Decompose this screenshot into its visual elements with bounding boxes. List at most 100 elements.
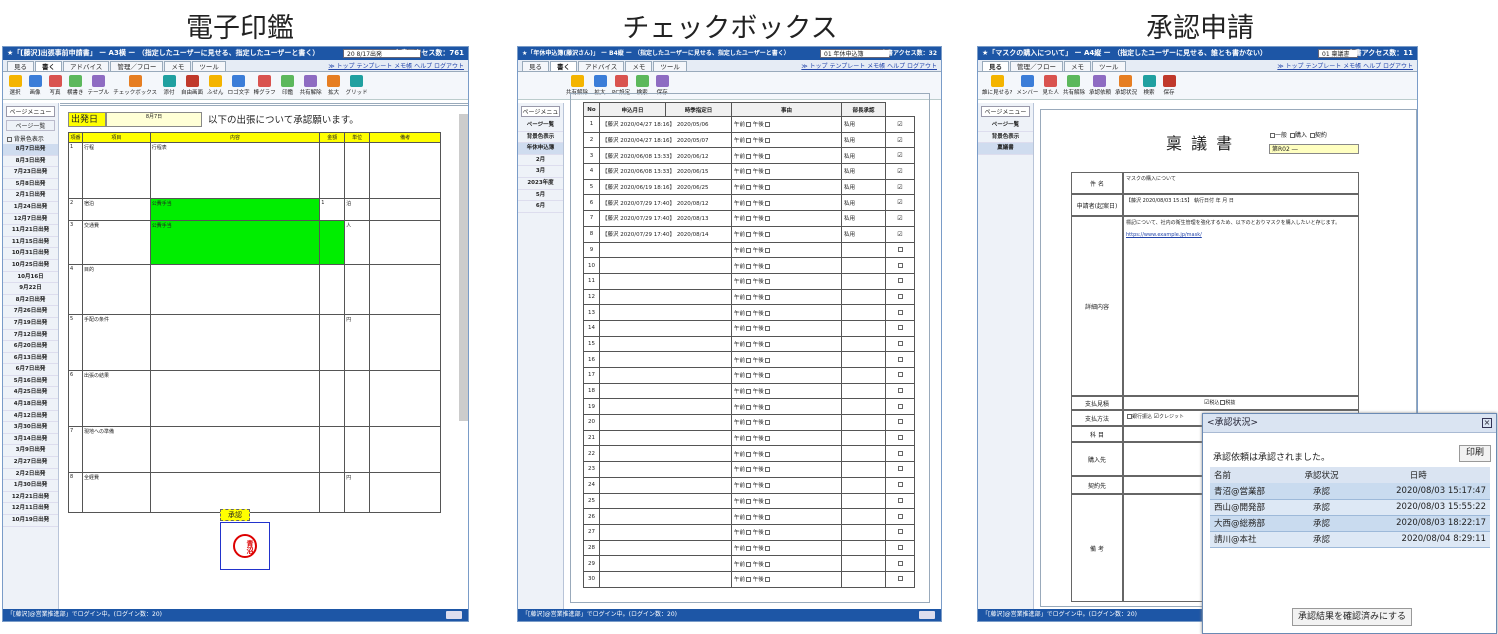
table-cell[interactable] xyxy=(149,472,321,513)
table-cell[interactable] xyxy=(319,370,346,427)
table-cell[interactable] xyxy=(319,314,346,371)
checkbox-icon[interactable] xyxy=(898,388,903,394)
checkbox-icon[interactable] xyxy=(898,356,903,362)
top-links[interactable]: ≫ トップ テンプレート メモ帳 ヘルプ ログアウト xyxy=(801,61,937,70)
sidebar-page-item[interactable]: 7月12日出発 xyxy=(3,330,58,342)
checkbox-icon[interactable] xyxy=(898,246,903,252)
half-day-cell[interactable]: 午前 午後 xyxy=(731,210,842,227)
toolbar-button[interactable]: 添付 xyxy=(161,75,177,96)
checkbox-icon[interactable] xyxy=(898,544,903,550)
checkbox-icon[interactable] xyxy=(898,497,903,503)
apply-date[interactable] xyxy=(599,351,732,368)
page-select[interactable]: 01 年休申込簿 xyxy=(820,49,890,58)
sidebar-page-item[interactable]: 11月15日出発 xyxy=(3,237,58,249)
apply-date[interactable] xyxy=(599,414,732,431)
table-cell[interactable] xyxy=(344,370,371,427)
table-cell[interactable] xyxy=(369,426,441,473)
approve-cell[interactable]: ☑ xyxy=(885,163,915,180)
sidebar-page-item[interactable]: ページ一覧 xyxy=(518,120,563,132)
reason[interactable] xyxy=(841,492,886,510)
half-day-cell[interactable]: 午前 午後 xyxy=(731,272,842,290)
reason[interactable] xyxy=(841,414,886,431)
half-day-cell[interactable]: 午前 午後 xyxy=(731,476,842,494)
checkbox-icon[interactable] xyxy=(746,310,752,316)
checkbox-icon[interactable] xyxy=(764,341,770,347)
checkbox-icon[interactable] xyxy=(898,262,903,268)
table-cell[interactable]: 宿泊 xyxy=(81,198,151,221)
half-day-cell[interactable]: 午前 午後 xyxy=(731,445,842,463)
page-menu-button[interactable]: ページメニュー xyxy=(981,106,1030,117)
approve-cell[interactable] xyxy=(885,272,915,290)
tab-memo[interactable]: メモ xyxy=(164,61,192,71)
reason[interactable] xyxy=(841,335,886,353)
sidebar-page-item[interactable]: 6月13日出発 xyxy=(3,353,58,365)
approve-cell[interactable]: ☑ xyxy=(885,210,915,227)
doc-number[interactable]: 第R02 ― xyxy=(1269,144,1359,154)
checkbox-icon[interactable] xyxy=(898,419,903,425)
approve-cell[interactable] xyxy=(885,351,915,368)
checkbox-icon[interactable] xyxy=(764,263,770,269)
sidebar-page-item[interactable]: 3月30日出発 xyxy=(3,422,58,434)
table-cell[interactable]: 円 xyxy=(344,472,371,513)
table-cell[interactable]: 目的 xyxy=(81,264,151,315)
sidebar-page-item[interactable]: 5月 xyxy=(518,190,563,202)
sidebar-page-item[interactable]: 9月22日 xyxy=(3,283,58,295)
check-icon[interactable]: ☑ xyxy=(897,199,902,206)
checkbox-icon[interactable] xyxy=(764,404,770,410)
checkbox-icon[interactable] xyxy=(764,153,770,159)
sidebar-page-item[interactable]: 1月30日出発 xyxy=(3,480,58,492)
checkbox-icon[interactable] xyxy=(746,263,752,269)
checkbox-icon[interactable] xyxy=(898,560,903,566)
tab-memo[interactable]: メモ xyxy=(1064,61,1091,71)
checkbox-icon[interactable] xyxy=(746,216,752,222)
toolbar-button[interactable]: 写真 xyxy=(47,75,63,96)
apply-date[interactable] xyxy=(599,382,732,400)
sidebar-page-item[interactable]: 10月25日出発 xyxy=(3,260,58,272)
apply-date[interactable] xyxy=(599,288,732,306)
table-cell[interactable] xyxy=(149,264,321,315)
reason[interactable] xyxy=(841,257,886,274)
apply-date[interactable] xyxy=(599,398,732,416)
depart-date[interactable]: 8月7日 xyxy=(106,112,202,127)
approve-cell[interactable] xyxy=(885,335,915,353)
sidebar-page-item[interactable]: 背景色表示 xyxy=(978,132,1033,144)
approve-cell[interactable]: ☑ xyxy=(885,178,915,196)
checkbox-icon[interactable] xyxy=(764,200,770,206)
table-cell[interactable]: 円 xyxy=(344,314,371,371)
table-cell[interactable]: 4 xyxy=(68,264,83,315)
tab-tools[interactable]: ツール xyxy=(653,61,687,71)
apply-date[interactable] xyxy=(599,523,732,541)
top-links[interactable]: ≫ トップ テンプレート メモ帳 ヘルプ ログアウト xyxy=(1277,61,1413,70)
half-day-cell[interactable]: 午前 午後 xyxy=(731,523,842,541)
table-cell[interactable]: 現地への準備 xyxy=(81,426,151,473)
sidebar-page-item[interactable]: 3月9日出発 xyxy=(3,445,58,458)
toolbar-button[interactable]: 横書き xyxy=(67,75,84,96)
sidebar-page-item[interactable]: 7月23日出発 xyxy=(3,167,58,179)
checkbox-icon[interactable] xyxy=(764,247,770,253)
half-day-cell[interactable]: 午前 午後 xyxy=(731,241,842,259)
check-icon[interactable]: ☑ xyxy=(897,231,902,238)
checkbox-icon[interactable] xyxy=(746,467,752,473)
half-day-cell[interactable]: 午前 午後 xyxy=(731,570,842,588)
approve-cell[interactable] xyxy=(885,382,915,400)
checkbox-icon[interactable] xyxy=(746,436,752,442)
checkbox-icon[interactable] xyxy=(764,185,770,191)
checkbox-icon[interactable] xyxy=(746,514,752,520)
checkbox-icon[interactable] xyxy=(764,483,770,489)
half-day-cell[interactable]: 午前 午後 xyxy=(731,304,842,321)
top-links[interactable]: ≫ トップ テンプレート メモ帳 ヘルプ ログアウト xyxy=(328,61,464,70)
checkbox-icon[interactable] xyxy=(898,450,903,456)
form-value[interactable]: 【藤沢 2020/08/03 15:15】 執行日付 年 月 日 xyxy=(1123,194,1359,216)
reason[interactable] xyxy=(841,429,886,447)
checkbox-icon[interactable] xyxy=(764,577,770,583)
apply-date[interactable] xyxy=(599,461,732,478)
sidebar-page-item[interactable]: 6月 xyxy=(518,201,563,213)
checkbox-icon[interactable] xyxy=(764,498,770,504)
half-day-cell[interactable]: 午前 午後 xyxy=(731,194,842,212)
apply-date[interactable] xyxy=(599,367,732,384)
approve-cell[interactable] xyxy=(885,398,915,416)
toolbar-button[interactable]: ふせん xyxy=(207,75,224,96)
table-cell[interactable] xyxy=(369,220,441,265)
toolbar-button[interactable]: 自由画面 xyxy=(181,75,203,96)
table-cell[interactable] xyxy=(149,426,321,473)
